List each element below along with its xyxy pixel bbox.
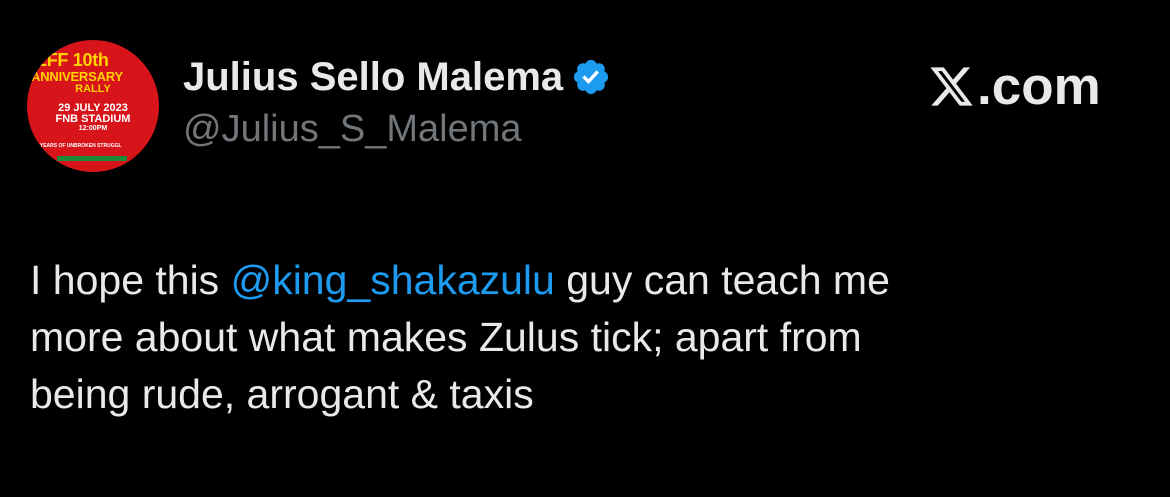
avatar[interactable]: EFF 10th ANNIVERSARY RALLY 29 JULY 2023 … (27, 40, 159, 172)
mention-link[interactable]: @king_shakazulu (231, 257, 555, 303)
avatar-text-title: EFF 10th (35, 50, 109, 70)
avatar-text-rally: RALLY (75, 83, 111, 95)
tweet-card: EFF 10th ANNIVERSARY RALLY 29 JULY 2023 … (0, 0, 1170, 497)
avatar-text-anniversary: ANNIVERSARY (31, 69, 123, 84)
tweet-text-segment: guy can teach me (554, 257, 890, 303)
avatar-text-venue: FNB STADIUM (55, 113, 131, 125)
tweet-text-segment: I hope this (30, 257, 231, 303)
brand-domain-text: .com (977, 56, 1101, 116)
author-name-row: Julius Sello Malema (183, 52, 611, 102)
avatar-green-band (57, 156, 127, 161)
avatar-text-time: 12:00PM (78, 125, 108, 132)
tweet-text-line-3: being rude, arrogant & taxis (30, 371, 534, 417)
x-com-brand: .com (928, 56, 1101, 116)
avatar-text-tagline: 10 YEARS OF UNBROKEN STRUGGL (33, 143, 122, 149)
x-logo-icon (928, 63, 975, 110)
verified-badge-icon (571, 57, 611, 97)
tweet-text-line-1: I hope this @king_shakazulu guy can teac… (30, 252, 1140, 309)
tweet-text: I hope this @king_shakazulu guy can teac… (30, 252, 1140, 423)
author-handle[interactable]: @Julius_S_Malema (183, 108, 522, 151)
tweet-text-line-2: more about what makes Zulus tick; apart … (30, 314, 862, 360)
author-display-name[interactable]: Julius Sello Malema (183, 55, 563, 100)
